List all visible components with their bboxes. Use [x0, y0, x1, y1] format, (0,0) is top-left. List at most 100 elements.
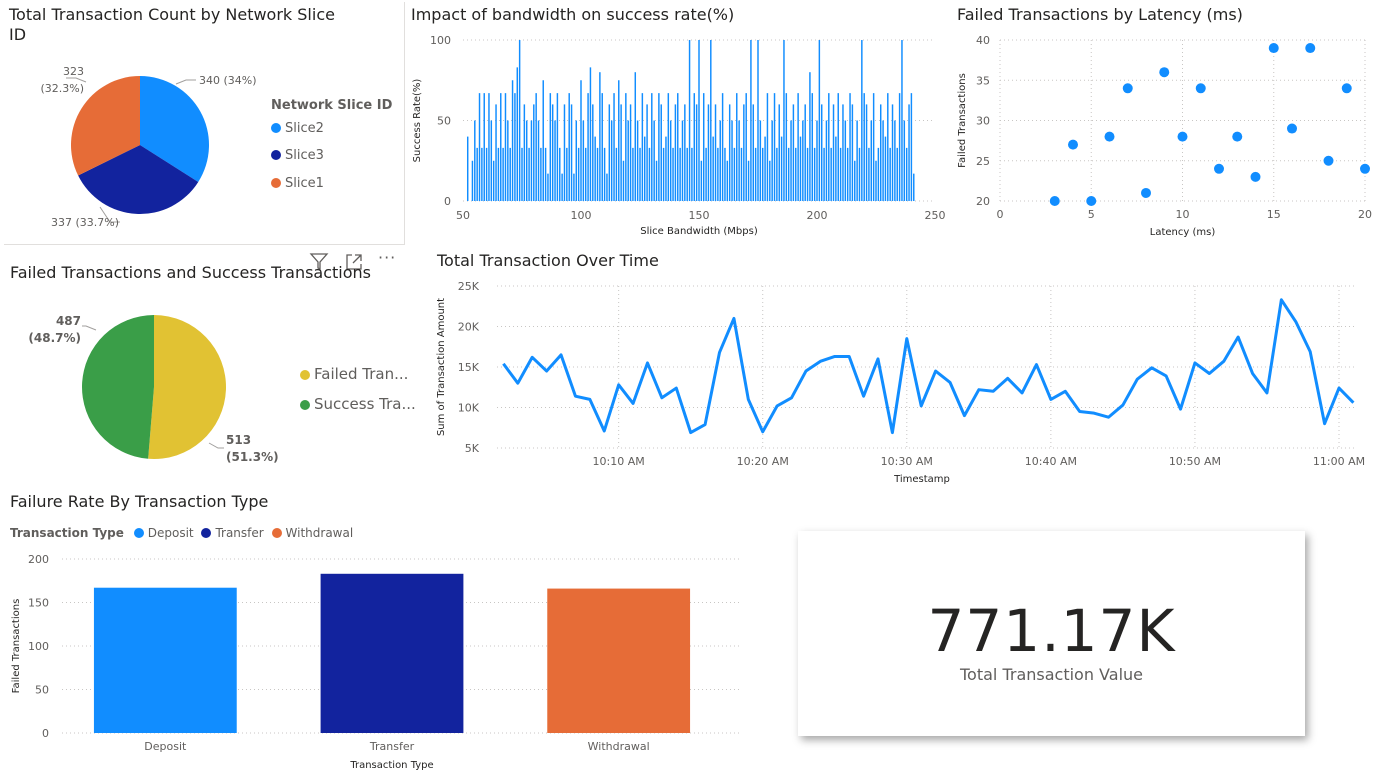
status-pie-visual[interactable]: Failed Transactions and Success Transact…: [4, 258, 416, 488]
bar: [681, 120, 684, 201]
bar: [596, 147, 599, 201]
bar: [523, 104, 526, 201]
kpi-value: 771.17K: [927, 597, 1176, 665]
bar: [686, 147, 688, 201]
bar: [507, 120, 509, 201]
x-tick-label: 200: [807, 209, 828, 222]
bar: [528, 147, 530, 201]
bar: [714, 104, 717, 201]
x-tick-label: 150: [689, 209, 710, 222]
bar: [832, 104, 835, 201]
bar: [776, 147, 778, 201]
bar: [504, 93, 507, 201]
legend-label: Success Tra...: [314, 395, 416, 413]
bar: [471, 160, 474, 201]
legend-slice1[interactable]: Slice1: [271, 176, 324, 191]
bar: [754, 147, 757, 201]
x-tick-label: 10:10 AM: [593, 455, 645, 468]
bar: [677, 93, 679, 201]
bar: [740, 147, 743, 201]
bandwidth-bar-chart: 0 50 100 50 100 150 200 250 Slice Bandwidth (Mbp…: [412, 34, 946, 237]
bar: [875, 160, 877, 201]
kpi-label: Total Transaction Value: [959, 665, 1143, 684]
y-tick-label: 40: [976, 34, 990, 47]
data-label: 487: [56, 314, 81, 328]
x-tick-label: 250: [925, 209, 946, 222]
bar: [488, 93, 490, 201]
bar: [766, 93, 769, 201]
slice-legend-title: Network Slice ID: [271, 98, 393, 113]
bar: [613, 93, 615, 201]
bar: [757, 40, 759, 201]
bar: [839, 147, 842, 201]
bandwidth-bar-visual[interactable]: Impact of bandwidth on success rate(%) 0…: [408, 2, 948, 242]
scatter-point: [1305, 43, 1316, 54]
data-label: 323: [63, 65, 84, 78]
bar: [615, 147, 618, 201]
x-axis-title: Slice Bandwidth (Mbps): [640, 226, 758, 237]
y-tick-label: 20K: [458, 321, 480, 334]
bar: [603, 147, 606, 201]
bar: [500, 93, 502, 201]
x-tick-label: 100: [571, 209, 592, 222]
y-tick-label: 100: [28, 640, 49, 653]
bar: [702, 93, 705, 201]
latency-scatter-visual[interactable]: Failed Transactions by Latency (ms) 20 25…: [953, 2, 1377, 242]
bar: [634, 72, 637, 201]
bar: [582, 120, 585, 201]
y-tick-label: 25K: [458, 280, 480, 293]
bar: [705, 147, 707, 201]
slice-pie-visual[interactable]: Total Transaction Count by Network Slice…: [4, 2, 405, 245]
transaction-line-visual[interactable]: Total Transaction Over Time 5K 10K 15K 20K 2…: [432, 248, 1377, 488]
legend-dot: [300, 400, 310, 410]
bar: [743, 104, 745, 201]
bar: [844, 120, 847, 201]
pie-slice-success: [81, 315, 154, 459]
scatter-point: [1086, 196, 1097, 206]
leader-line: [208, 442, 224, 449]
bar: [728, 104, 731, 201]
x-tick-label: Deposit: [144, 740, 187, 753]
bar: [485, 147, 488, 201]
failure-bar-visual[interactable]: Failure Rate By Transaction Type Transac…: [4, 490, 754, 775]
bar: [764, 136, 766, 201]
x-tick-label: 10:30 AM: [881, 455, 933, 468]
scatter-point: [1159, 67, 1170, 78]
x-tick-label: 10: [1176, 208, 1190, 221]
bar: [733, 147, 736, 201]
bar: [639, 147, 641, 201]
legend-success[interactable]: Success Tra...: [300, 395, 416, 413]
y-tick-label: 50: [437, 115, 451, 128]
bar: [785, 93, 788, 201]
bar: [896, 147, 898, 201]
x-axis-title: Transaction Type: [349, 760, 433, 771]
bar: [575, 120, 578, 201]
bar: [863, 93, 865, 201]
bar: [592, 104, 594, 201]
bar: [750, 40, 752, 201]
bar: [660, 104, 662, 201]
scatter-point: [1214, 163, 1224, 174]
legend-dot: [271, 123, 281, 133]
scatter-point: [1287, 123, 1297, 134]
scatter-point: [1068, 139, 1078, 150]
kpi-card[interactable]: 771.17K Total Transaction Value: [798, 531, 1305, 736]
failure-bar-chart: 0 50 100 150 200 Deposit Transfer Withdrawal Tra…: [11, 553, 742, 771]
bar: [813, 147, 816, 201]
bar: [653, 120, 655, 201]
bar: [804, 104, 806, 201]
bar: [551, 104, 554, 201]
bar: [825, 120, 828, 201]
bar: [736, 93, 738, 201]
bar: [771, 120, 773, 201]
data-label: 337 (33.7%): [51, 216, 119, 229]
legend-slice2[interactable]: Slice2: [271, 121, 324, 136]
bar: [894, 120, 896, 201]
bar: [761, 147, 764, 201]
scatter-point: [1268, 43, 1279, 54]
legend-failed[interactable]: Failed Tran...: [300, 365, 408, 383]
scatter-point: [1250, 171, 1261, 182]
bar: [908, 104, 910, 201]
bar: [599, 72, 601, 201]
legend-slice3[interactable]: Slice3: [271, 148, 324, 163]
